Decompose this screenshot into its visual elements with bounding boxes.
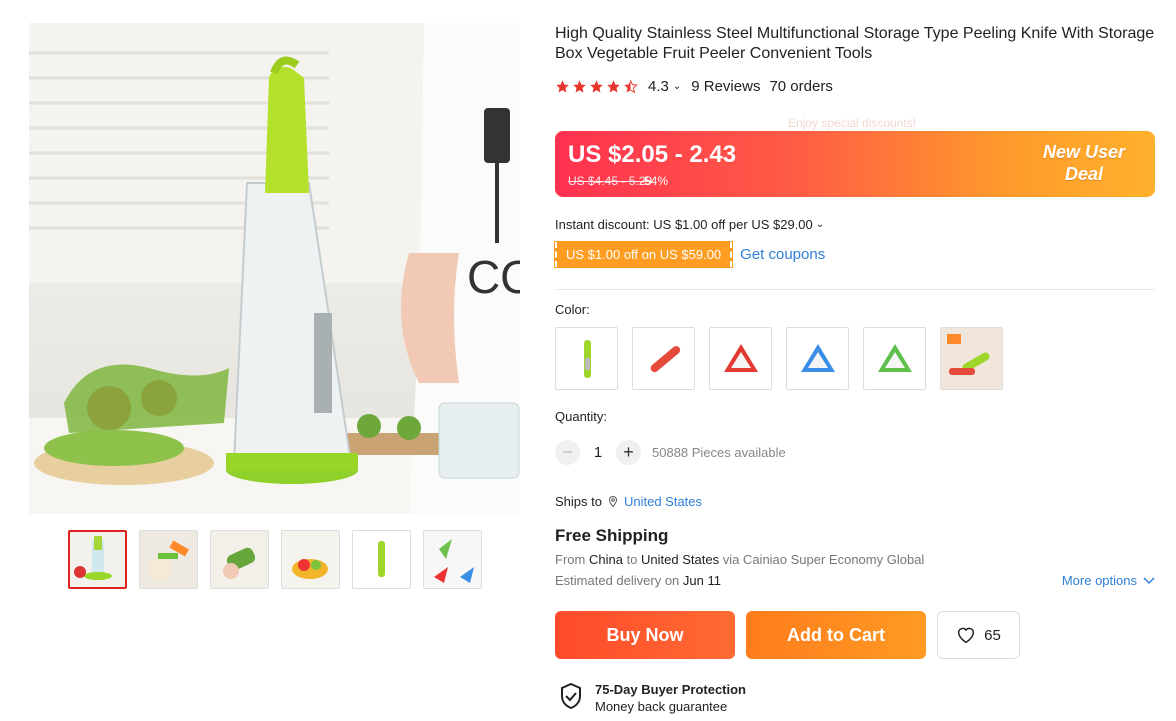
star-icon [590, 80, 603, 93]
rating-row: 4.3 ⌄ 9 Reviews 70 orders [555, 78, 833, 95]
coupon-row: US $1.00 off on US $59.00 Get coupons [553, 241, 825, 268]
svg-text:COO: COO [467, 251, 520, 303]
rating-value[interactable]: 4.3 [648, 78, 669, 95]
get-coupons-link[interactable]: Get coupons [740, 246, 825, 263]
instant-discount-text: Instant discount: US $1.00 off per US $2… [555, 217, 813, 232]
current-price: US $2.05 - 2.43 [568, 141, 737, 168]
ships-to-destination[interactable]: United States [624, 494, 702, 509]
thumbnail-1[interactable] [68, 530, 127, 589]
chevron-down-icon[interactable]: ⌄ [673, 81, 681, 92]
promo-hint: Enjoy special discounts! [788, 116, 917, 130]
decrease-quantity-button[interactable]: − [555, 440, 580, 465]
more-options-link[interactable]: More options [1062, 573, 1155, 588]
protection-title: 75-Day Buyer Protection [595, 682, 746, 697]
buy-now-button[interactable]: Buy Now [555, 611, 735, 659]
protection-subtitle: Money back guarantee [595, 699, 728, 714]
product-title: High Quality Stainless Steel Multifuncti… [555, 25, 1155, 62]
heart-icon [958, 627, 975, 644]
chevron-down-icon: ⌄ [815, 219, 825, 230]
discount-percent: -54% [640, 174, 669, 188]
ships-to-label: Ships to [555, 494, 602, 509]
badge-line-1: New User [1042, 142, 1126, 162]
thumbnail-6[interactable] [423, 530, 482, 589]
estimated-delivery: Estimated delivery on Jun 11 [555, 573, 721, 588]
star-icon [556, 80, 569, 93]
orders-count: 70 orders [769, 78, 833, 95]
price-banner: US $2.05 - 2.43 US $4.45 - 5.29 -54% New… [555, 131, 1155, 197]
color-option-green-triangle[interactable] [863, 327, 926, 390]
color-options [555, 327, 1003, 390]
star-icon [573, 80, 586, 93]
est-date: Jun 11 [682, 573, 721, 588]
thumbnail-2[interactable] [139, 530, 198, 589]
wishlist-button[interactable]: 65 [937, 611, 1020, 659]
thumbnail-5[interactable] [352, 530, 411, 589]
thumbnail-3[interactable] [210, 530, 269, 589]
main-product-image[interactable]: COO [29, 23, 520, 514]
color-option-red-triangle[interactable] [709, 327, 772, 390]
quantity-stepper: − 1 + 50888 Pieces available [555, 440, 786, 465]
wishlist-count: 65 [984, 626, 1001, 644]
color-option-assorted[interactable] [940, 327, 1003, 390]
coupon-badge[interactable]: US $1.00 off on US $59.00 [553, 241, 734, 268]
from-prefix: From [555, 552, 586, 567]
reviews-link[interactable]: 9 Reviews [691, 78, 760, 95]
color-option-green-peeler[interactable] [555, 327, 618, 390]
thumbnail-4[interactable] [281, 530, 340, 589]
color-option-red-peeler[interactable] [632, 327, 695, 390]
shipping-route: From China to United States via Cainiao … [555, 552, 924, 567]
new-user-deal-badge: New User Deal [1039, 141, 1129, 185]
to-country: United States [641, 552, 720, 567]
shipping-carrier: via Cainiao Super Economy Global [722, 552, 925, 567]
quantity-label: Quantity: [555, 409, 608, 424]
star-icon [607, 80, 620, 93]
location-pin-icon [608, 495, 617, 508]
increase-quantity-button[interactable]: + [616, 440, 641, 465]
pieces-available: 50888 Pieces available [652, 445, 786, 460]
color-label: Color: [555, 302, 590, 317]
add-to-cart-button[interactable]: Add to Cart [746, 611, 926, 659]
buyer-protection: 75-Day Buyer Protection Money back guara… [559, 682, 746, 715]
chevron-down-icon [1143, 576, 1155, 584]
divider [555, 289, 1155, 290]
free-shipping-title: Free Shipping [555, 526, 669, 545]
est-prefix: Estimated delivery on [555, 573, 680, 588]
color-option-blue-triangle[interactable] [786, 327, 849, 390]
quantity-input[interactable]: 1 [580, 444, 616, 461]
rating-stars [555, 79, 638, 94]
thumbnail-strip [68, 530, 482, 589]
half-star-icon [624, 80, 638, 94]
instant-discount[interactable]: Instant discount: US $1.00 off per US $2… [555, 217, 824, 232]
from-country: China [588, 552, 623, 567]
to-word: to [626, 552, 638, 567]
shield-check-icon [561, 682, 581, 710]
more-options-label: More options [1061, 573, 1137, 588]
ships-to: Ships to United States [555, 494, 702, 509]
badge-line-2: Deal [1064, 164, 1104, 184]
